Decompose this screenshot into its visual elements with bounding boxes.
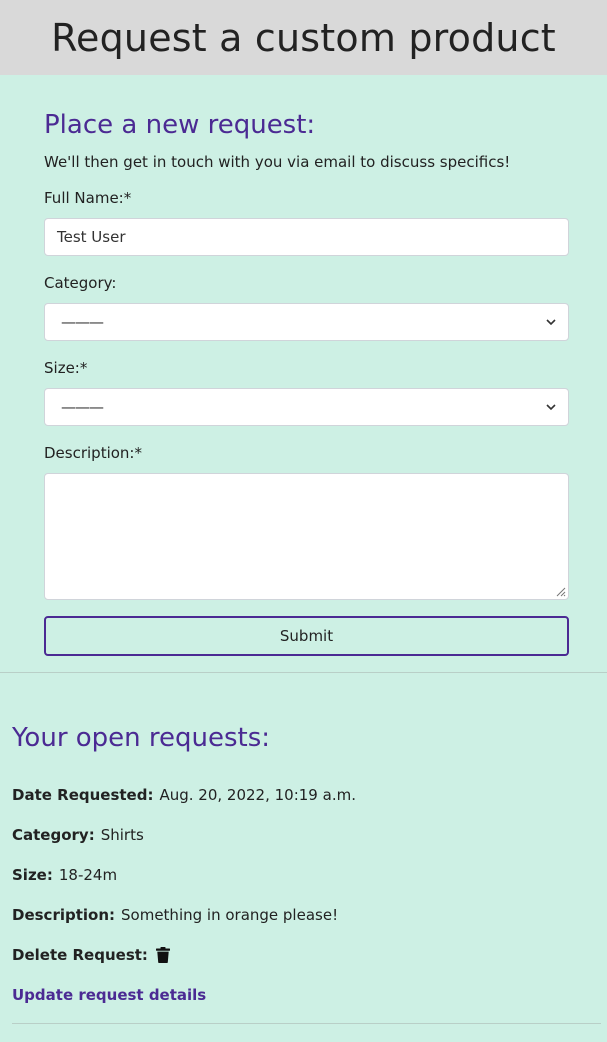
delete-label: Delete Request: xyxy=(12,946,148,964)
date-label: Date Requested: xyxy=(12,786,154,804)
request-category-row: Category: Shirts xyxy=(12,815,595,855)
request-description-row: Description: Something in orange please! xyxy=(12,895,595,935)
description-field-label: Description: xyxy=(12,906,116,924)
trash-icon[interactable] xyxy=(155,947,170,963)
full-name-label: Full Name:* xyxy=(44,189,132,207)
request-date-row: Date Requested: Aug. 20, 2022, 10:19 a.m… xyxy=(12,775,595,815)
date-value: Aug. 20, 2022, 10:19 a.m. xyxy=(159,786,356,804)
resize-grip-icon[interactable] xyxy=(554,585,566,597)
request-update-row: Update request details xyxy=(12,975,595,1015)
request-divider xyxy=(12,1023,601,1024)
form-heading: Place a new request: xyxy=(44,110,316,140)
section-divider xyxy=(0,672,607,673)
update-request-link[interactable]: Update request details xyxy=(12,986,206,1004)
form-intro: We'll then get in touch with you via ema… xyxy=(44,153,511,171)
category-field-label: Category: xyxy=(12,826,95,844)
full-name-group: Full Name:* Test User xyxy=(44,189,569,256)
size-selected-value: ——— xyxy=(61,398,104,416)
description-value: Something in orange please! xyxy=(121,906,339,924)
page-header: Request a custom product xyxy=(0,0,607,75)
description-textarea[interactable] xyxy=(44,473,569,600)
size-select[interactable]: ——— xyxy=(44,388,569,426)
description-label: Description:* xyxy=(44,444,142,462)
description-group: Description:* xyxy=(44,444,569,600)
open-requests-section: Your open requests: Date Requested: Aug.… xyxy=(0,723,607,1015)
category-select[interactable]: ——— xyxy=(44,303,569,341)
category-group: Category: ——— xyxy=(44,274,569,341)
request-size-row: Size: 18-24m xyxy=(12,855,595,895)
size-group: Size:* ——— xyxy=(44,359,569,426)
submit-button[interactable]: Submit xyxy=(44,616,569,656)
chevron-down-icon xyxy=(546,319,556,326)
category-selected-value: ——— xyxy=(61,313,104,331)
category-label: Category: xyxy=(44,274,117,292)
requests-heading: Your open requests: xyxy=(12,723,271,753)
page-title: Request a custom product xyxy=(51,15,556,60)
request-delete-row: Delete Request: xyxy=(12,935,595,975)
category-value: Shirts xyxy=(100,826,144,844)
size-label: Size:* xyxy=(44,359,88,377)
size-value: 18-24m xyxy=(58,866,118,884)
new-request-form: Place a new request: We'll then get in t… xyxy=(0,75,607,656)
size-field-label: Size: xyxy=(12,866,53,884)
chevron-down-icon xyxy=(546,404,556,411)
full-name-input[interactable]: Test User xyxy=(44,218,569,256)
